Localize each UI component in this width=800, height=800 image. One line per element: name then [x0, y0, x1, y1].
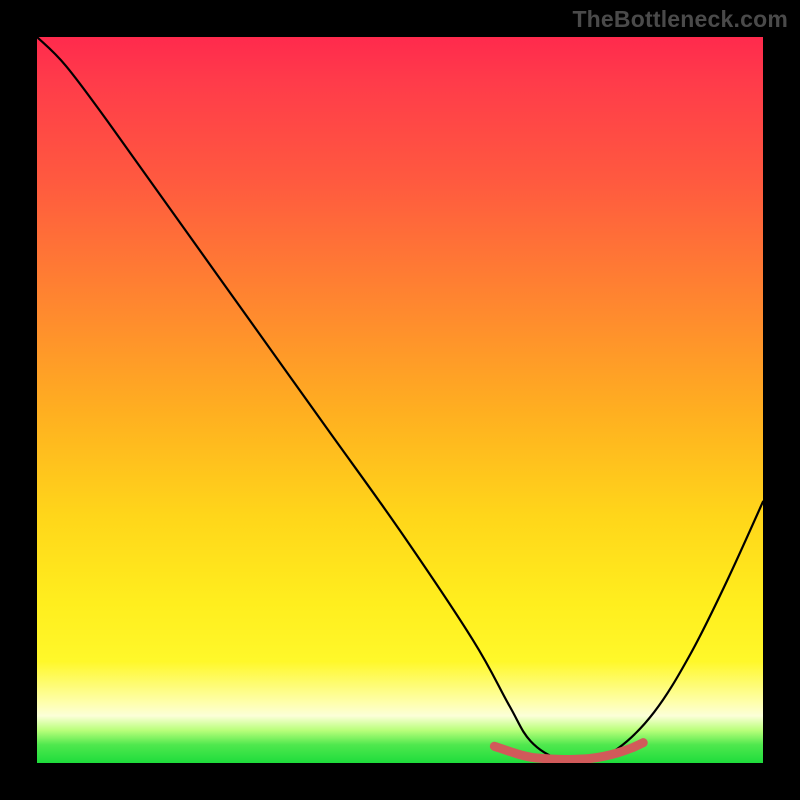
watermark-text: TheBottleneck.com — [572, 6, 788, 33]
chart-frame: TheBottleneck.com — [0, 0, 800, 800]
highlight-layer — [37, 37, 763, 763]
optimal-range-highlight — [494, 743, 643, 760]
plot-area — [37, 37, 763, 763]
